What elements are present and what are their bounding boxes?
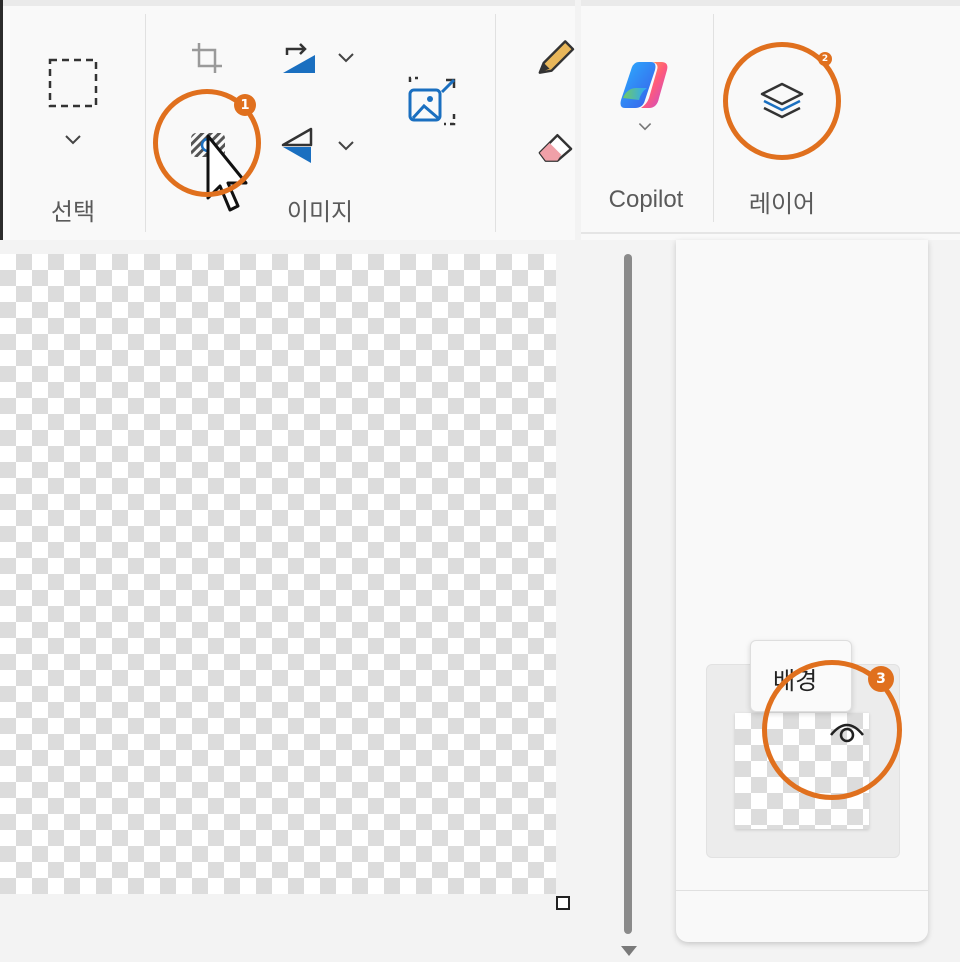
ribbon-left: 선택 이미지 1	[0, 0, 575, 240]
flip-button[interactable]	[276, 124, 322, 166]
select-button[interactable]	[40, 50, 106, 116]
chevron-down-icon[interactable]	[637, 120, 653, 132]
layers-panel-footer-divider	[676, 890, 928, 891]
rotate-button[interactable]	[276, 36, 322, 78]
ribbon-right: Copilot 레이어 2	[581, 0, 960, 240]
copilot-button[interactable]	[611, 54, 681, 116]
chevron-down-icon[interactable]	[336, 50, 356, 64]
canvas-transparent-image[interactable]	[0, 254, 556, 894]
ribbon-top-border	[581, 0, 960, 6]
crop-button[interactable]	[185, 36, 229, 80]
scroll-down-arrow-icon[interactable]	[620, 944, 638, 958]
group-divider	[495, 14, 496, 232]
crop-icon	[192, 43, 222, 73]
rotate-icon	[283, 43, 315, 73]
image-group-label: 이미지	[286, 199, 354, 226]
vertical-scrollbar[interactable]	[624, 254, 632, 934]
copilot-group-label: Copilot	[608, 186, 684, 213]
group-divider	[145, 14, 146, 232]
resize-image-button[interactable]	[400, 72, 464, 132]
pencil-button[interactable]	[532, 34, 575, 80]
step-badge: 2	[818, 52, 832, 66]
layers-group-label: 레이어	[748, 191, 816, 218]
group-divider	[713, 14, 714, 222]
pencil-icon	[538, 40, 575, 74]
chevron-down-icon[interactable]	[63, 132, 83, 146]
select-group-label: 선택	[50, 199, 96, 226]
layers-panel: 배경 3	[676, 240, 928, 942]
step-badge: 3	[868, 666, 894, 692]
flip-icon	[281, 127, 313, 163]
ribbon-bottom-border	[581, 232, 960, 234]
rectangle-select-icon	[48, 58, 98, 108]
copilot-icon	[620, 62, 668, 108]
window-edge	[0, 0, 3, 240]
resize-image-icon	[408, 76, 456, 126]
canvas-resize-handle[interactable]	[556, 896, 570, 910]
eraser-button[interactable]	[532, 122, 575, 168]
chevron-down-icon[interactable]	[336, 138, 356, 152]
step-badge: 1	[234, 94, 256, 116]
ribbon-top-border	[0, 0, 575, 6]
eraser-icon	[538, 134, 573, 162]
canvas-area	[0, 240, 620, 962]
